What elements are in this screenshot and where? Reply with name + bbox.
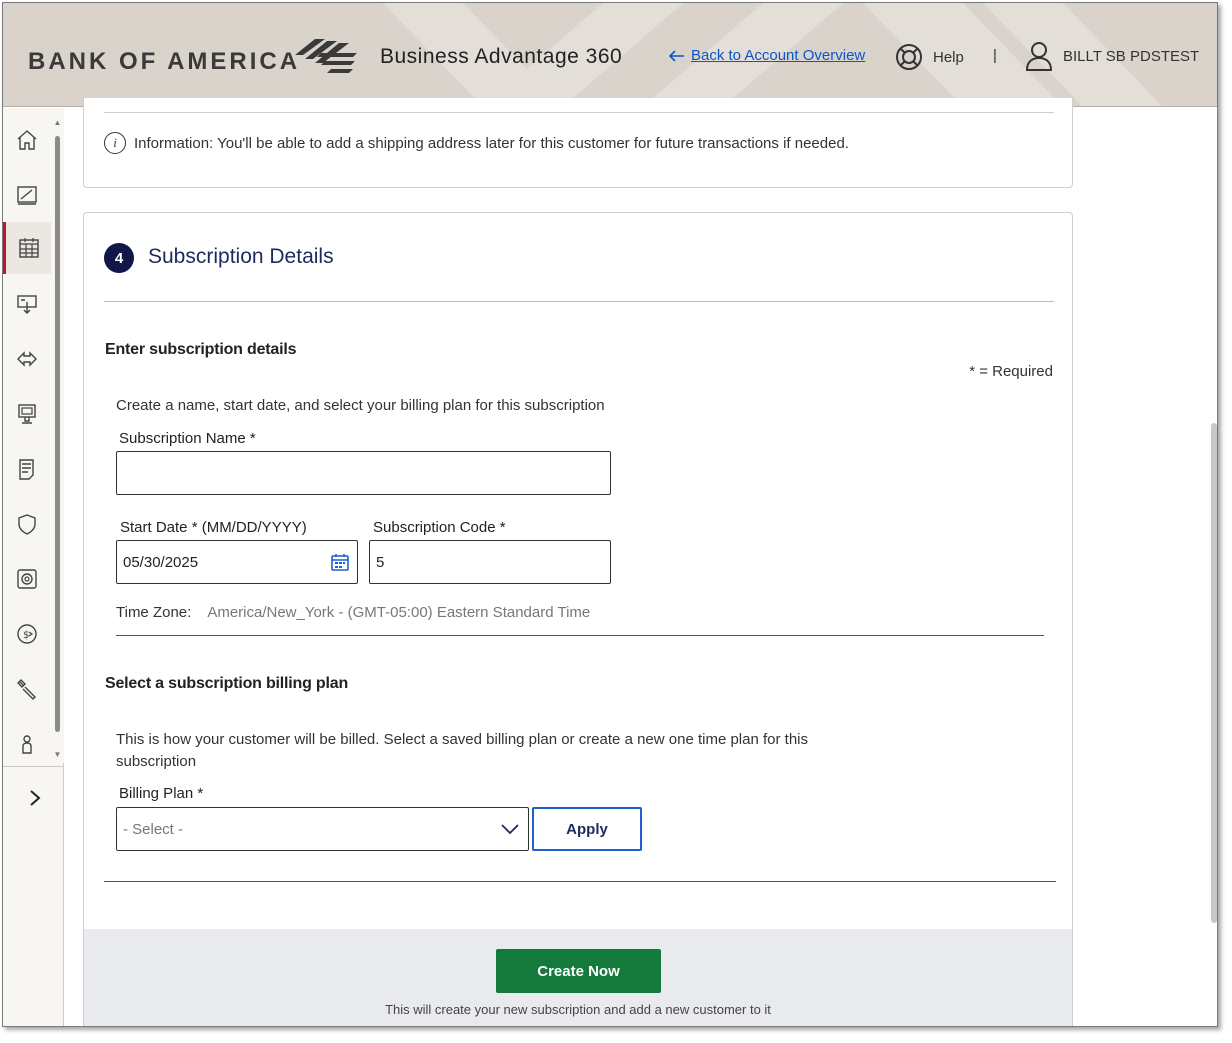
app-window: BANK OF AMERICA Business Advantage 360 B… — [2, 2, 1218, 1027]
sidebar-item-home[interactable] — [3, 114, 51, 166]
pos-terminal-icon — [18, 404, 36, 424]
apply-button[interactable]: Apply — [532, 807, 642, 851]
divider — [104, 301, 1054, 302]
user-name: BILLT SB PDSTEST — [1063, 47, 1200, 65]
sidebar-scrollbar[interactable]: ▲ ▼ — [53, 118, 62, 759]
required-note: * = Required — [969, 363, 1053, 380]
bank-flag-logo-icon — [295, 39, 357, 73]
chevron-down-icon — [501, 824, 519, 835]
lifebuoy-icon — [896, 44, 922, 70]
divider — [104, 112, 1054, 113]
section-title: Subscription Details — [148, 245, 334, 268]
sidebar-item-calendar[interactable] — [3, 222, 51, 274]
calendar-icon[interactable] — [331, 553, 349, 571]
shield-icon — [18, 514, 36, 535]
info-message: i Information: You'll be able to add a s… — [104, 132, 849, 154]
person-icon — [22, 735, 32, 754]
user-menu[interactable]: BILLT SB PDSTEST — [1025, 41, 1199, 71]
back-link-label: Back to Account Overview — [691, 47, 866, 64]
sidebar-item-dashboard[interactable] — [3, 169, 51, 221]
create-note: This will create your new subscription a… — [385, 1002, 771, 1017]
subscription-code-label: Subscription Code * — [373, 519, 506, 536]
sidebar-item-tools[interactable] — [3, 663, 51, 715]
transfer-arrows-icon — [17, 351, 37, 367]
back-to-account-overview-link[interactable]: Back to Account Overview — [669, 47, 865, 64]
sidebar-scroll-thumb[interactable] — [55, 136, 60, 732]
document-icon — [19, 459, 34, 480]
help-button[interactable]: Help — [895, 43, 964, 71]
top-header: BANK OF AMERICA Business Advantage 360 B… — [3, 3, 1217, 107]
step-number-badge: 4 — [104, 243, 134, 273]
scroll-up-arrow-icon[interactable]: ▲ — [53, 118, 62, 127]
subscription-name-input[interactable] — [116, 451, 611, 495]
sidebar-item-payments[interactable] — [3, 278, 51, 330]
sidebar-divider — [3, 766, 64, 767]
divider — [104, 881, 1056, 882]
sidebar-item-security[interactable] — [3, 498, 51, 550]
tools-icon — [17, 679, 36, 700]
help-label: Help — [933, 48, 964, 66]
subscription-name-label: Subscription Name * — [119, 430, 256, 447]
subscription-description: Create a name, start date, and select yo… — [116, 397, 605, 414]
main-content: i Information: You'll be able to add a s… — [65, 98, 1217, 1026]
sidebar-item-safe[interactable] — [3, 553, 51, 605]
user-icon — [1025, 42, 1053, 71]
sidebar-item-exchange[interactable]: $ — [3, 608, 51, 660]
sidebar-item-transfers[interactable] — [3, 333, 51, 385]
info-text: Information: You'll be able to add a shi… — [134, 134, 849, 152]
card-footer: Create Now This will create your new sub… — [84, 929, 1072, 1026]
home-icon — [17, 130, 37, 150]
divider — [116, 635, 1044, 636]
info-icon: i — [104, 132, 126, 154]
create-now-button[interactable]: Create Now — [496, 949, 661, 993]
sidebar-item-person[interactable] — [3, 718, 51, 770]
sidebar-expand-button[interactable] — [21, 784, 49, 812]
safe-icon — [17, 569, 37, 589]
svg-text:$: $ — [23, 630, 29, 641]
subscription-code-input[interactable]: 5 — [369, 540, 611, 584]
sidebar-item-documents[interactable] — [3, 443, 51, 495]
app-title: Business Advantage 360 — [380, 45, 623, 68]
subscription-details-card: 4 Subscription Details Enter subscriptio… — [83, 212, 1073, 1026]
start-date-value: 05/30/2025 — [123, 553, 199, 571]
start-date-label: Start Date * (MM/DD/YYYY) — [120, 519, 307, 536]
time-zone-label: Time Zone: — [116, 604, 192, 621]
subscription-details-heading: Enter subscription details — [105, 341, 297, 358]
sidebar-nav: $ ▲ ▼ — [3, 108, 64, 1026]
sidebar-item-pos[interactable] — [3, 388, 51, 440]
scroll-down-arrow-icon[interactable]: ▼ — [53, 750, 62, 759]
calendar-grid-icon — [18, 238, 39, 258]
payment-terminal-icon — [17, 295, 37, 314]
bank-logo-text: BANK OF AMERICA — [28, 48, 301, 75]
dashboard-icon — [17, 186, 37, 205]
billing-plan-select[interactable]: - Select - — [116, 807, 529, 851]
chevron-right-icon — [30, 790, 41, 806]
billing-description: This is how your customer will be billed… — [116, 731, 809, 770]
info-card: i Information: You'll be able to add a s… — [83, 98, 1073, 188]
header-separator: | — [993, 47, 997, 64]
page-scrollbar[interactable] — [1211, 423, 1217, 923]
sidebar-rail: $ ▲ ▼ — [3, 108, 64, 763]
dollar-exchange-icon: $ — [17, 624, 37, 644]
billing-plan-heading: Select a subscription billing plan — [105, 675, 349, 692]
time-zone-row: Time Zone: America/New_York - (GMT-05:00… — [116, 604, 590, 621]
time-zone-value: America/New_York - (GMT-05:00) Eastern S… — [207, 604, 591, 621]
arrow-left-icon — [669, 49, 684, 62]
start-date-input[interactable]: 05/30/2025 — [116, 540, 358, 584]
billing-plan-label: Billing Plan * — [119, 785, 204, 802]
billing-plan-selected: - Select - — [123, 820, 184, 838]
